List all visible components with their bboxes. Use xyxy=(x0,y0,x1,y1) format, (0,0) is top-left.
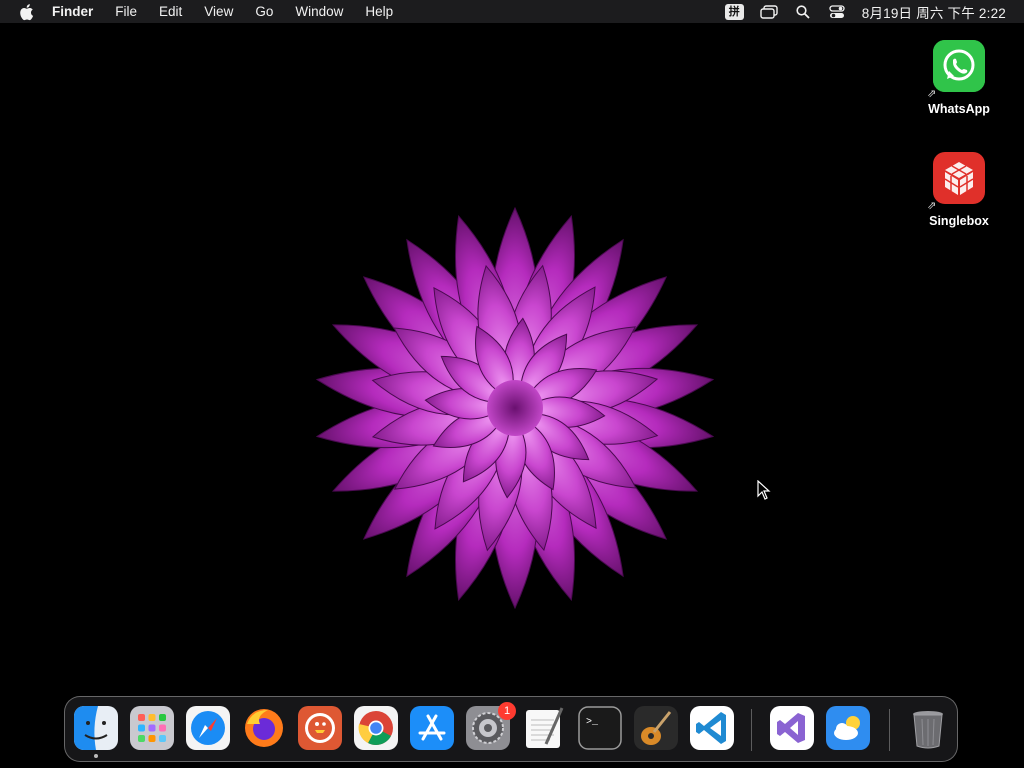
dock-system-settings[interactable]: 1 xyxy=(466,702,516,750)
menu-view[interactable]: View xyxy=(204,4,233,19)
menu-extras: 拼 8月19日 周六 下午 2:22 xyxy=(724,0,1006,23)
dock-chrome[interactable] xyxy=(354,706,398,750)
duckduckgo-icon xyxy=(298,706,342,750)
dock-duckduckgo[interactable] xyxy=(298,706,342,750)
visual-studio-icon xyxy=(770,706,814,750)
cloud-icon xyxy=(826,706,870,750)
dock: 1 >_ xyxy=(64,696,958,762)
menu-bar-clock[interactable]: 8月19日 周六 下午 2:22 xyxy=(862,2,1006,22)
input-method-indicator[interactable]: 拼 xyxy=(724,3,744,20)
textedit-icon xyxy=(526,707,564,748)
desktop-icon-whatsapp[interactable]: ⇗ WhatsApp xyxy=(914,40,1004,116)
firefox-icon xyxy=(245,709,283,747)
desktop-icon-label: Singlebox xyxy=(929,214,989,228)
menu-go[interactable]: Go xyxy=(255,4,273,19)
dock-terminal[interactable]: >_ xyxy=(578,706,622,750)
menu-edit[interactable]: Edit xyxy=(159,4,182,19)
desktop-wallpaper[interactable] xyxy=(0,23,1024,768)
dock-garageband[interactable] xyxy=(634,706,678,750)
alias-arrow-icon: ⇗ xyxy=(927,88,937,100)
menu-file[interactable]: File xyxy=(115,4,137,19)
singlebox-icon: ⇗ xyxy=(927,152,985,212)
whatsapp-icon: ⇗ xyxy=(927,40,985,100)
dock-separator xyxy=(889,709,890,751)
desktop-icon-singlebox[interactable]: ⇗ Singlebox xyxy=(914,152,1004,228)
notification-badge: 1 xyxy=(498,702,516,720)
vscode-icon xyxy=(690,706,734,750)
dock-trash[interactable] xyxy=(906,706,950,750)
guitar-icon xyxy=(634,706,678,750)
menu-window[interactable]: Window xyxy=(295,4,343,19)
terminal-icon: >_ xyxy=(578,706,622,750)
dock-visual-studio[interactable] xyxy=(770,706,814,750)
safari-icon xyxy=(186,706,230,750)
alias-arrow-icon: ⇗ xyxy=(927,200,937,212)
search-icon[interactable] xyxy=(794,4,812,20)
finder-icon xyxy=(74,706,118,750)
chrome-icon xyxy=(354,706,398,750)
flower-wallpaper-image xyxy=(315,206,715,610)
svg-text:>_: >_ xyxy=(586,717,599,728)
app-store-icon xyxy=(410,706,454,750)
control-center-icon[interactable] xyxy=(828,4,846,20)
dock-finder[interactable] xyxy=(74,706,118,758)
screen-mirroring-icon[interactable] xyxy=(760,4,778,20)
dock-separator xyxy=(751,709,752,751)
dock-safari[interactable] xyxy=(186,706,230,750)
apple-menu-icon[interactable] xyxy=(18,3,36,21)
dock-launchpad[interactable] xyxy=(130,706,174,750)
dock-vscode[interactable] xyxy=(690,706,734,750)
menu-finder[interactable]: Finder xyxy=(52,4,93,19)
menu-bar: Finder File Edit View Go Window Help 拼 8… xyxy=(0,0,1024,23)
dock-textedit[interactable] xyxy=(522,706,566,750)
trash-icon xyxy=(913,711,943,749)
menu-help[interactable]: Help xyxy=(365,4,393,19)
dock-app-store[interactable] xyxy=(410,706,454,750)
dock-firefox[interactable] xyxy=(242,706,286,750)
mouse-cursor-icon xyxy=(757,480,771,500)
launchpad-icon xyxy=(130,706,174,750)
dock-weather[interactable] xyxy=(826,706,870,750)
desktop-icon-label: WhatsApp xyxy=(928,102,990,116)
running-indicator xyxy=(94,754,98,758)
